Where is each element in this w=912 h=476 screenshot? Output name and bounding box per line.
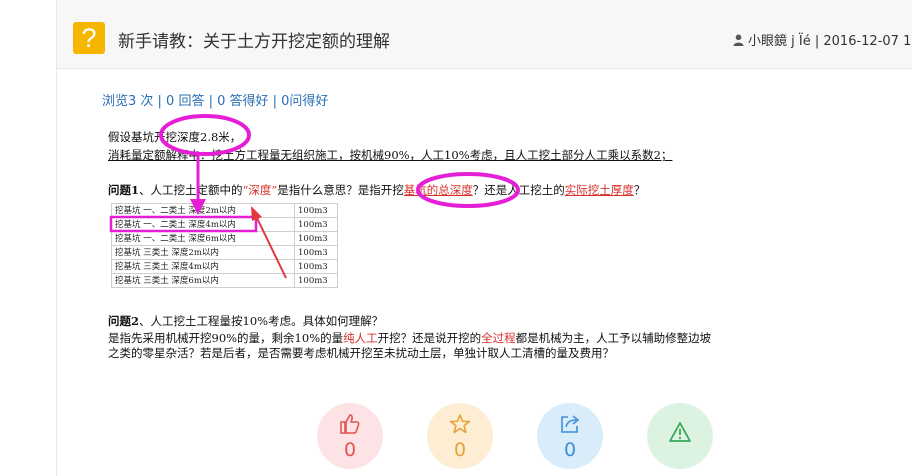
share-button[interactable]: 0 <box>537 403 603 469</box>
annotation-arrow-diagonal <box>256 217 287 279</box>
like-button[interactable]: 0 <box>317 403 383 469</box>
share-icon <box>561 415 579 433</box>
thumbs-up-icon <box>340 414 360 434</box>
share-count: 0 <box>563 439 577 461</box>
like-count: 0 <box>343 439 357 461</box>
star-icon <box>449 414 471 434</box>
annotation-box-row <box>109 215 258 233</box>
annotation-arrow-down-head <box>190 199 206 215</box>
favorite-count: 0 <box>453 439 467 461</box>
report-button[interactable] <box>647 403 713 469</box>
annotation-circle-pit-depth <box>416 172 520 208</box>
warning-icon <box>669 422 691 442</box>
favorite-button[interactable]: 0 <box>427 403 493 469</box>
annotation-circle-depth <box>159 114 251 156</box>
annotation-arrow-diagonal-head <box>251 206 262 221</box>
